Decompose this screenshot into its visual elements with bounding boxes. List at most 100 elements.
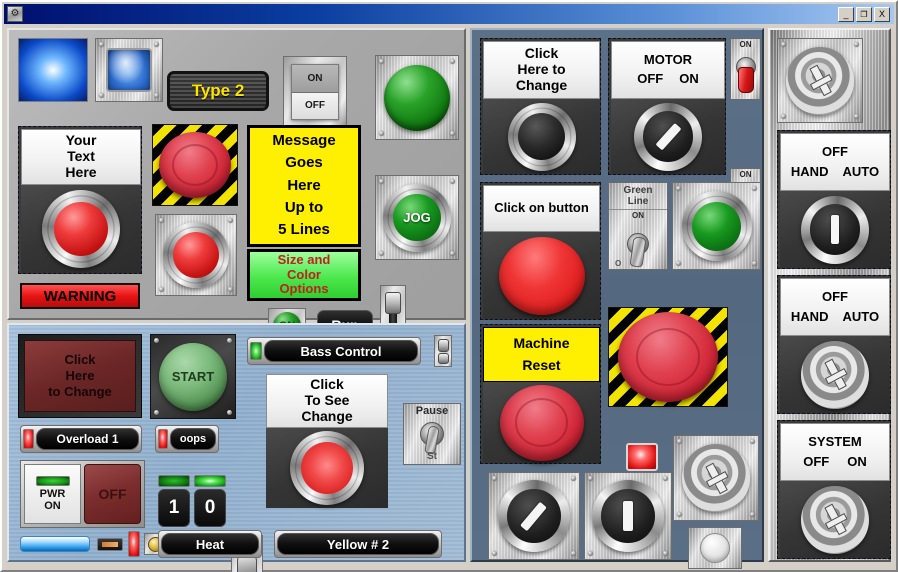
click-here-plate[interactable]: Click Here to Change	[24, 340, 136, 412]
overload-lamp[interactable]	[23, 429, 34, 449]
your-text-red-button[interactable]	[42, 190, 120, 268]
legend-title: OFF	[822, 288, 848, 304]
slider-thumb-lower[interactable]	[437, 353, 449, 364]
hand-auto-keyswitch-2[interactable]	[801, 340, 869, 409]
red-illuminated-button[interactable]	[163, 222, 229, 288]
message-display[interactable]: Message Goes Here Up to 5 Lines	[247, 125, 361, 247]
machine-reset-well	[483, 382, 600, 463]
green-pilot-lamp[interactable]	[384, 64, 450, 131]
start-button[interactable]: START	[159, 342, 227, 411]
system-keyswitch[interactable]	[801, 485, 869, 554]
legend-title: OFF	[822, 143, 848, 159]
hand-auto-legend-1: OFF HAND AUTO	[780, 133, 890, 191]
system-stack: SYSTEM OFF ON	[777, 420, 891, 559]
green-lamp-bezel-top	[375, 55, 459, 140]
maximize-button[interactable]: ❐	[856, 6, 872, 22]
motor-title: MOTOR	[643, 52, 693, 68]
toggle-handle-red[interactable]	[737, 67, 754, 93]
system-legend: SYSTEM OFF ON	[780, 423, 890, 481]
hand-auto-selector-1[interactable]	[801, 195, 869, 264]
application-window: ⚙ _ ❐ X Type 2 ON OFF Your Text Here Mes…	[0, 0, 898, 572]
toggle-switch-red[interactable]: ON	[730, 38, 761, 100]
click-here-to-change-stack: Click Here to Change	[480, 38, 601, 175]
rocker-off-half[interactable]: OFF	[292, 92, 338, 119]
close-button[interactable]: X	[874, 6, 890, 22]
oops-lamp[interactable]	[158, 429, 168, 449]
screw-icon	[99, 93, 104, 98]
rotary-selector-bottom-left[interactable]	[498, 480, 570, 552]
red-square-lamp[interactable]	[626, 443, 658, 471]
slider-thumb[interactable]	[385, 292, 401, 314]
legend-line: To See	[304, 392, 350, 409]
size-color-options-display[interactable]: Size and Color Options	[247, 249, 361, 301]
green-line-off-label: O	[615, 259, 622, 268]
selector-knob[interactable]	[642, 111, 694, 162]
mini-nameplate[interactable]	[97, 538, 123, 551]
yellow2-nameplate[interactable]: Yellow # 2	[277, 533, 439, 555]
digit-display-2[interactable]: 0	[194, 489, 226, 527]
click-on-red-button[interactable]	[498, 236, 585, 315]
red-bar-lamp[interactable]	[128, 531, 140, 557]
bass-control-lamp[interactable]	[250, 342, 262, 360]
minimize-button[interactable]: _	[838, 6, 854, 22]
click-to-see-legend: Click To See Change	[266, 374, 388, 428]
plate-line: to Change	[48, 384, 112, 400]
mini-slider-top-right[interactable]	[434, 335, 452, 367]
overload-nameplate[interactable]: Overload 1	[36, 428, 139, 450]
toggle-top-label: Pause	[415, 405, 449, 417]
button-core	[692, 201, 741, 251]
machine-reset-button[interactable]	[499, 384, 584, 461]
oops-nameplate[interactable]: oops	[170, 428, 216, 450]
legend-line: Reset	[522, 356, 561, 373]
black-pushbutton[interactable]	[507, 102, 576, 171]
screw-icon	[854, 42, 859, 47]
rocker-on-half[interactable]: ON	[292, 65, 338, 93]
emergency-stop-button[interactable]	[159, 132, 231, 198]
selector-knob[interactable]	[601, 489, 655, 543]
pause-toggle-switch[interactable]: Pause St	[403, 403, 461, 465]
red-lamp-bezel	[155, 214, 237, 296]
click-to-see-red-button[interactable]	[290, 431, 364, 505]
blue-dome-lamp[interactable]	[106, 48, 152, 92]
message-line: Up to	[284, 198, 324, 216]
screw-icon	[571, 476, 576, 481]
legend-line: Click	[310, 376, 344, 393]
screw-icon	[379, 251, 384, 256]
white-pushbutton[interactable]	[700, 533, 730, 563]
click-on-button-stack: Click on button	[480, 182, 601, 320]
selector-pointer	[623, 500, 633, 532]
button-core	[517, 112, 566, 161]
off-button-label: OFF	[98, 486, 127, 502]
machine-reset-legend: Machine Reset	[483, 327, 600, 382]
off-button[interactable]: OFF	[84, 464, 141, 524]
type-display[interactable]: Type 2	[167, 71, 269, 111]
bass-control-nameplate[interactable]: Bass Control	[264, 340, 418, 362]
selector-knob[interactable]	[507, 489, 561, 543]
blue-beacon-lamp[interactable]	[18, 38, 88, 102]
motor-selector-switch[interactable]	[634, 102, 702, 171]
heat-nameplate[interactable]: Heat	[161, 533, 259, 555]
pwr-on-button[interactable]: PWR ON	[24, 464, 81, 524]
blue-dome-lamp-bezel	[95, 38, 163, 102]
key-switch-1[interactable]	[786, 46, 854, 115]
left-panel: Type 2 ON OFF Your Text Here Message Goe…	[7, 28, 466, 572]
start-button-bezel: START	[150, 334, 236, 419]
digit-display-1[interactable]: 1	[158, 489, 190, 527]
green-pilot-button[interactable]	[681, 191, 752, 261]
rotary-selector-bottom-mid[interactable]	[592, 480, 664, 552]
bass-control-nameplate-frame: Bass Control	[247, 337, 421, 365]
black-button-well	[483, 99, 600, 174]
motor-selector-stack: MOTOR OFF ON	[608, 38, 726, 175]
green-line-toggle[interactable]: Green Line ON O	[608, 182, 668, 270]
jog-button[interactable]: JOG	[383, 183, 451, 252]
key-switch-mid[interactable]	[682, 444, 750, 512]
legend-line: Machine	[513, 334, 570, 351]
selector-knob[interactable]	[809, 204, 861, 255]
button-core	[172, 231, 220, 279]
toggle-handle[interactable]	[629, 236, 647, 268]
on-off-rocker-switch[interactable]: ON OFF	[291, 64, 339, 120]
slider-thumb[interactable]	[437, 339, 449, 352]
emergency-stop-button-mid[interactable]	[618, 312, 718, 402]
green-line-group: Green Line ON O	[608, 182, 761, 270]
motor-off-label: OFF	[637, 71, 664, 86]
